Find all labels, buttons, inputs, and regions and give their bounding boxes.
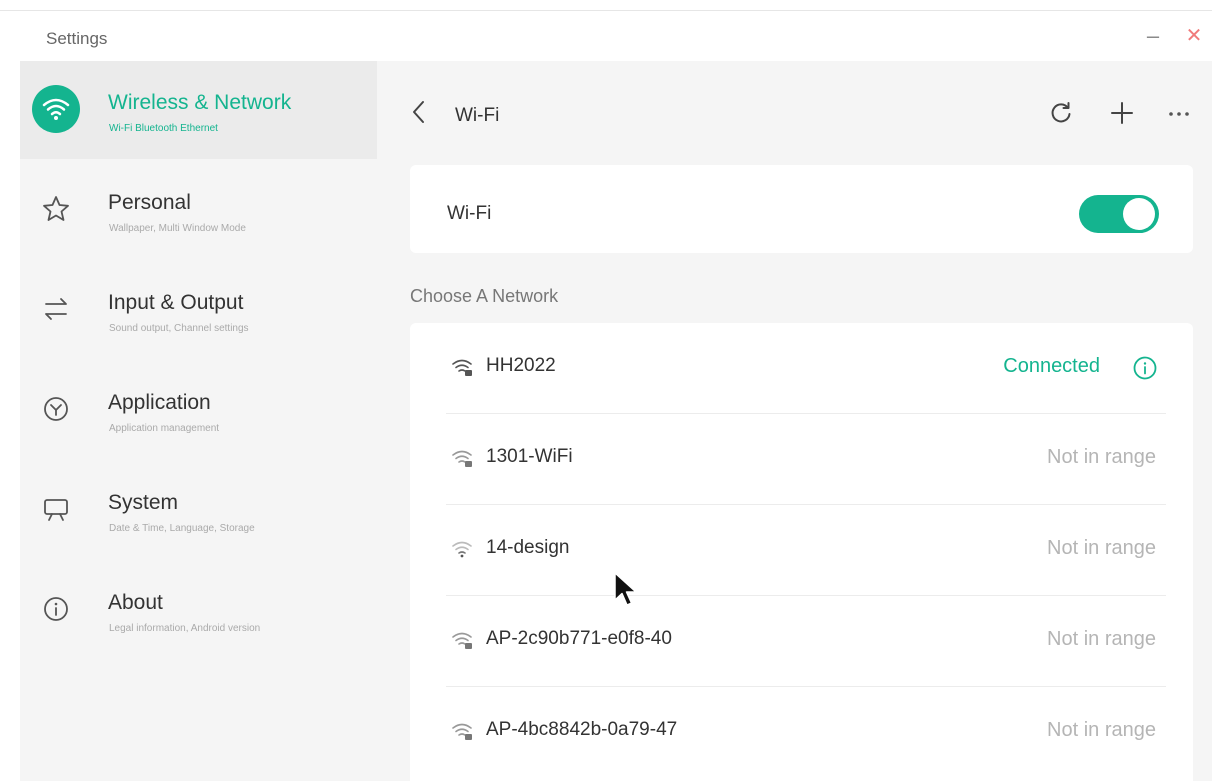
sidebar-item-label: About bbox=[108, 591, 163, 614]
wifi-toggle-switch[interactable] bbox=[1079, 195, 1159, 233]
sidebar-item-about[interactable]: About Legal information, Android version bbox=[20, 561, 377, 659]
sidebar-item-subtitle: Legal information, Android version bbox=[109, 623, 261, 634]
sidebar: Wireless & Network Wi-Fi Bluetooth Ether… bbox=[20, 61, 377, 781]
network-status: Connected bbox=[1003, 355, 1100, 377]
minimize-button[interactable]: – bbox=[1142, 25, 1164, 47]
network-name: 14-design bbox=[486, 537, 570, 558]
back-button[interactable] bbox=[407, 97, 431, 127]
add-network-button[interactable] bbox=[1106, 97, 1138, 129]
network-status: Not in range bbox=[1047, 446, 1156, 468]
wifi-signal-icon bbox=[452, 541, 472, 558]
presentation-board-icon bbox=[32, 485, 80, 533]
network-status: Not in range bbox=[1047, 537, 1156, 559]
sidebar-item-label: System bbox=[108, 491, 179, 514]
wifi-toggle-card: Wi-Fi bbox=[410, 165, 1193, 253]
wifi-panel: Wi-Fi Wi-Fi Choose A Network HH2022 Conn… bbox=[377, 61, 1212, 781]
network-status: Not in range bbox=[1047, 719, 1156, 741]
network-status: Not in range bbox=[1047, 628, 1156, 650]
plus-icon bbox=[1111, 102, 1133, 124]
sidebar-item-label: Input & Output bbox=[108, 291, 244, 314]
network-list: HH2022 Connected 1301-WiFi Not in range bbox=[410, 323, 1193, 781]
network-name: 1301-WiFi bbox=[486, 446, 573, 467]
more-options-button[interactable] bbox=[1163, 97, 1195, 129]
network-row-1301-wifi[interactable]: 1301-WiFi Not in range bbox=[446, 414, 1166, 505]
wifi-icon bbox=[32, 85, 80, 133]
mouse-cursor-icon bbox=[614, 572, 637, 606]
sidebar-item-subtitle: Wallpaper, Multi Window Mode bbox=[109, 223, 246, 234]
sidebar-item-label: Personal bbox=[108, 191, 191, 214]
wifi-signal-locked-icon bbox=[452, 359, 472, 376]
network-row-hh2022[interactable]: HH2022 Connected bbox=[446, 323, 1166, 414]
network-name: HH2022 bbox=[486, 355, 556, 376]
window-title: Settings bbox=[46, 29, 108, 48]
application-icon bbox=[32, 385, 80, 433]
star-icon bbox=[32, 185, 80, 233]
toggle-knob bbox=[1123, 198, 1155, 230]
refresh-icon bbox=[1051, 102, 1071, 123]
network-name: AP-2c90b771-e0f8-40 bbox=[486, 628, 672, 649]
wifi-signal-locked-icon bbox=[452, 450, 472, 467]
info-icon bbox=[32, 585, 80, 633]
sidebar-item-subtitle: Application management bbox=[109, 423, 220, 434]
refresh-button[interactable] bbox=[1045, 97, 1077, 129]
sidebar-item-input-output[interactable]: Input & Output Sound output, Channel set… bbox=[20, 261, 377, 359]
page-title: Wi-Fi bbox=[455, 105, 500, 126]
sidebar-item-wireless-network[interactable]: Wireless & Network Wi-Fi Bluetooth Ether… bbox=[20, 61, 377, 159]
network-row-ap-2c90b771[interactable]: AP-2c90b771-e0f8-40 Not in range bbox=[446, 596, 1166, 687]
network-row-14-design[interactable]: 14-design Not in range bbox=[446, 505, 1166, 596]
swap-arrows-icon bbox=[32, 285, 80, 333]
more-icon bbox=[1169, 112, 1189, 116]
sidebar-item-subtitle: Date & Time, Language, Storage bbox=[109, 523, 255, 534]
network-name: AP-4bc8842b-0a79-47 bbox=[486, 719, 678, 740]
close-button[interactable]: ✕ bbox=[1183, 25, 1205, 47]
chevron-left-icon bbox=[413, 101, 424, 123]
sidebar-item-application[interactable]: Application Application management bbox=[20, 361, 377, 459]
sidebar-item-personal[interactable]: Personal Wallpaper, Multi Window Mode bbox=[20, 161, 377, 259]
network-details-button[interactable] bbox=[1132, 355, 1158, 381]
network-row-ap-4bc8842b[interactable]: AP-4bc8842b-0a79-47 Not in range bbox=[446, 687, 1166, 778]
sidebar-item-label: Application bbox=[108, 391, 211, 414]
title-bar: Settings – ✕ bbox=[0, 11, 1212, 61]
sidebar-item-subtitle: Sound output, Channel settings bbox=[109, 323, 249, 334]
sidebar-item-system[interactable]: System Date & Time, Language, Storage bbox=[20, 461, 377, 559]
info-circle-icon bbox=[1133, 356, 1157, 380]
wifi-toggle-label: Wi-Fi bbox=[447, 203, 492, 224]
wifi-signal-locked-icon bbox=[452, 632, 472, 649]
sidebar-item-label: Wireless & Network bbox=[108, 91, 292, 114]
wifi-signal-locked-icon bbox=[452, 723, 472, 740]
sidebar-item-subtitle: Wi-Fi Bluetooth Ethernet bbox=[109, 123, 218, 134]
section-label: Choose A Network bbox=[410, 286, 559, 306]
